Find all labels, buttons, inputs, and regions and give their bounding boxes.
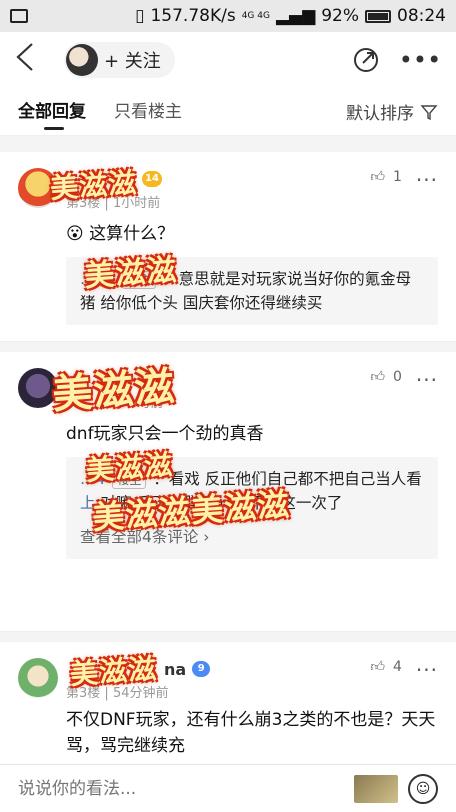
post-time: 1小时前 — [116, 396, 164, 411]
share-button[interactable] — [344, 38, 388, 82]
separator — [0, 632, 456, 642]
more-button[interactable]: ••• — [398, 38, 442, 82]
clock: 08:24 — [397, 6, 446, 26]
like-count: 0 — [393, 368, 402, 385]
user-avatar[interactable] — [18, 368, 58, 408]
emoji-face-icon: ☺ — [415, 780, 431, 797]
floor-number: 第3楼 — [66, 686, 101, 701]
reply-text: 对嘛 反正一群抖m 也不缺这一次了 — [100, 494, 343, 512]
like-count: 1 — [393, 168, 402, 185]
level-badge: 9 — [192, 661, 211, 677]
emoji-button[interactable]: ☺ — [408, 773, 438, 804]
reply-line: 上 对嘛 反正一群抖m 也不缺这一次了 — [80, 491, 424, 515]
battery-icon — [365, 9, 391, 23]
post-time: 1小时前 — [112, 196, 161, 211]
comment-item[interactable]: na 9 第3楼 | 54分钟前 👍︎ 4 ··· 不仅DNF玩家，还有什么崩3… — [0, 642, 456, 762]
more-icon: ••• — [398, 46, 442, 74]
username[interactable] — [66, 368, 370, 390]
reply-username[interactable]: …84 — [80, 270, 115, 288]
comment-body: dnf玩家只会一个劲的真香 — [66, 424, 264, 444]
separator — [0, 342, 456, 352]
follow-label: + 关注 — [104, 51, 161, 72]
reply-text: ：看戏 反正他们自己都不把自己当人看 — [153, 470, 422, 488]
share-icon — [354, 48, 378, 72]
notification-icon — [10, 9, 28, 23]
tab-bar: 全部回复 只看楼主 默认排序 — [0, 88, 456, 136]
like-count: 4 — [393, 658, 402, 675]
comment-body: 😮 这算什么？ — [66, 224, 175, 244]
view-all-replies-link[interactable]: 查看全部4条评论 › — [80, 525, 424, 549]
thumbs-up-icon: 👍︎ — [370, 369, 385, 385]
level-badge: 14 — [142, 171, 162, 187]
thumbs-up-icon: 👍︎ — [370, 659, 385, 675]
signal-label: 4G 4G — [241, 11, 270, 21]
reply-box[interactable]: …4 楼主 ：看戏 反正他们自己都不把自己当人看 上 对嘛 反正一群抖m 也不缺… — [66, 457, 438, 559]
username-suffix: na — [164, 659, 187, 679]
separator — [0, 136, 456, 152]
author-avatar[interactable] — [66, 44, 98, 76]
network-speed: 157.78K/s — [150, 6, 236, 26]
reply-line: …4 楼主 ：看戏 反正他们自己都不把自己当人看 — [80, 467, 424, 491]
comment-more-button[interactable]: ··· — [416, 658, 438, 682]
filter-icon — [420, 104, 438, 120]
comment-input[interactable] — [18, 778, 354, 799]
comment-more-button[interactable]: ··· — [416, 168, 438, 192]
signal-icon: ▂▄▆ — [275, 6, 316, 26]
user-avatar[interactable] — [18, 168, 58, 208]
comment-body: 不仅DNF玩家，还有什么崩3之类的不也是？天天骂，骂完继续充 — [66, 710, 436, 756]
emoji-icon: 😮 — [66, 224, 84, 244]
comment-item[interactable]: 1小时前 👍︎ 0 ··· dnf玩家只会一个劲的真香 …4 楼主 ：看戏 反正… — [0, 352, 456, 632]
reply-username[interactable]: …4 — [80, 470, 105, 488]
post-time: 54分钟前 — [112, 686, 169, 701]
user-avatar[interactable] — [18, 658, 58, 698]
reply-username[interactable]: 上 — [80, 494, 96, 512]
back-button[interactable] — [14, 42, 64, 78]
comment-bar: ☺ — [0, 764, 456, 812]
like-button[interactable]: 👍︎ 1 — [370, 168, 402, 186]
comment-item[interactable]: 14 第3楼 | 1小时前 👍︎ 1 ··· 😮 这算什么？ …84 楼主 ：意… — [0, 152, 456, 342]
floor-number: 第3楼 — [66, 196, 101, 211]
reply-box[interactable]: …84 楼主 ：意思就是对玩家说当好你的氪金母猪 给你低个头 国庆套你还得继续买 — [66, 257, 438, 325]
username[interactable]: na 9 — [66, 658, 370, 680]
sort-label: 默认排序 — [346, 104, 414, 124]
comment-more-button[interactable]: ··· — [416, 368, 438, 392]
top-bar: + 关注 ••• — [0, 32, 456, 88]
thumbs-up-icon: 👍︎ — [370, 169, 385, 185]
status-bar: ▯ 157.78K/s 4G 4G ▂▄▆ 92% 08:24 — [0, 0, 456, 32]
host-tag: 楼主 — [122, 271, 157, 289]
tab-all-replies[interactable]: 全部回复 — [18, 88, 86, 136]
image-thumbnail[interactable] — [354, 774, 398, 803]
chevron-left-icon — [16, 43, 33, 71]
username[interactable]: 14 — [66, 168, 370, 190]
tab-host-only[interactable]: 只看楼主 — [114, 88, 182, 136]
vibrate-icon: ▯ — [135, 6, 145, 26]
like-button[interactable]: 👍︎ 0 — [370, 368, 402, 386]
like-button[interactable]: 👍︎ 4 — [370, 658, 402, 676]
sort-button[interactable]: 默认排序 — [346, 99, 438, 124]
host-tag: 楼主 — [112, 471, 147, 489]
follow-button[interactable]: + 关注 — [64, 42, 175, 78]
battery-percent: 92% — [321, 6, 359, 26]
